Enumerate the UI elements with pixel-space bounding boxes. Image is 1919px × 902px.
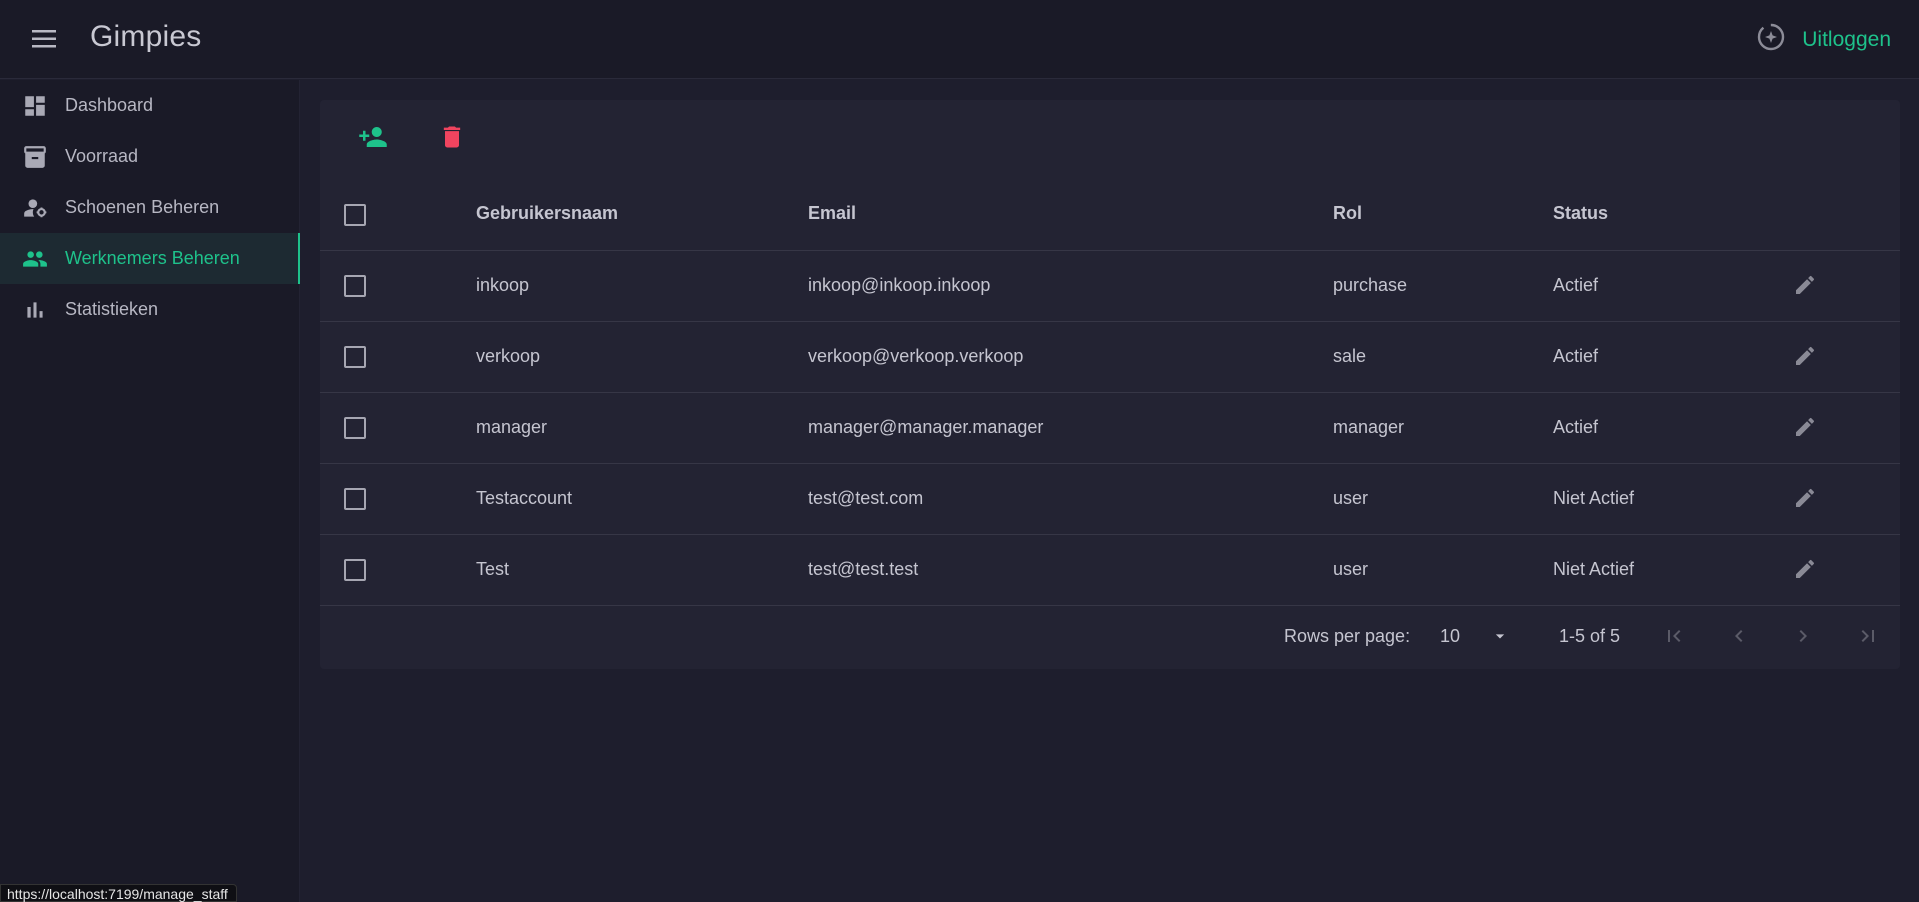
browser-status-url: https://localhost:7199/manage_staff <box>0 884 237 902</box>
logout-icon <box>1756 22 1786 57</box>
last-page-button[interactable] <box>1851 621 1885 655</box>
cell-role: manager <box>1333 417 1405 437</box>
sidebar-item-label: Werknemers Beheren <box>65 248 240 268</box>
row-checkbox[interactable] <box>344 559 366 581</box>
cell-email: inkoop@inkoop.inkoop <box>808 275 991 295</box>
sidebar-item-label: Schoenen Beheren <box>65 197 220 217</box>
pencil-icon <box>1793 486 1817 515</box>
manage-accounts-icon <box>22 195 48 221</box>
cell-role: user <box>1333 559 1369 579</box>
cell-username: manager <box>476 417 548 437</box>
pencil-icon <box>1793 415 1817 444</box>
app-title: Gimpies <box>90 20 202 53</box>
edit-button[interactable] <box>1790 485 1820 515</box>
select-all-checkbox[interactable] <box>344 204 366 226</box>
cell-email: manager@manager.manager <box>808 417 1044 437</box>
dashboard-icon <box>22 93 48 119</box>
archive-icon <box>22 144 48 170</box>
edit-button[interactable] <box>1790 414 1820 444</box>
pagination: Rows per page: 10 1-5 of 5 <box>320 605 1900 669</box>
cell-status: Actief <box>1553 275 1599 295</box>
previous-page-button[interactable] <box>1722 621 1756 655</box>
bar-chart-icon <box>22 297 48 323</box>
cell-username: Testaccount <box>476 488 573 508</box>
column-header-username[interactable]: Gebruikersnaam <box>476 203 618 224</box>
table-row[interactable]: verkoop verkoop@verkoop.verkoop sale Act… <box>320 322 1900 393</box>
chevron-left-icon <box>1727 624 1751 653</box>
sidebar-item-werknemers-beheren[interactable]: Werknemers Beheren <box>0 233 300 284</box>
row-checkbox[interactable] <box>344 275 366 297</box>
edit-button[interactable] <box>1790 272 1820 302</box>
pencil-icon <box>1793 273 1817 302</box>
cell-status: Niet Actief <box>1553 559 1635 579</box>
column-header-status[interactable]: Status <box>1553 203 1608 224</box>
column-header-role[interactable]: Rol <box>1333 203 1362 224</box>
first-page-button[interactable] <box>1657 621 1691 655</box>
sidebar-item-label: Voorraad <box>65 146 139 166</box>
sidebar-item-label: Statistieken <box>65 299 159 319</box>
last-page-icon <box>1856 624 1880 653</box>
pencil-icon <box>1793 344 1817 373</box>
pencil-icon <box>1793 557 1817 586</box>
cell-status: Actief <box>1553 346 1599 366</box>
table-row[interactable]: Testaccount test@test.com user Niet Acti… <box>320 464 1900 535</box>
row-checkbox[interactable] <box>344 488 366 510</box>
edit-button[interactable] <box>1790 556 1820 586</box>
cell-email: test@test.test <box>808 559 919 579</box>
row-checkbox[interactable] <box>344 417 366 439</box>
table-row[interactable]: Test test@test.test user Niet Actief <box>320 535 1900 606</box>
cell-role: user <box>1333 488 1369 508</box>
table-row[interactable]: inkoop inkoop@inkoop.inkoop purchase Act… <box>320 251 1900 322</box>
sidebar-item-dashboard[interactable]: Dashboard <box>0 80 300 131</box>
cell-username: inkoop <box>476 275 530 295</box>
add-user-button[interactable] <box>353 119 393 159</box>
sidebar-item-voorraad[interactable]: Voorraad <box>0 131 300 182</box>
logout-button[interactable]: Uitloggen <box>1756 22 1891 57</box>
rows-per-page-label: Rows per page: <box>1284 626 1411 646</box>
cell-status: Niet Actief <box>1553 488 1635 508</box>
cell-status: Actief <box>1553 417 1599 437</box>
next-page-button[interactable] <box>1786 621 1820 655</box>
first-page-icon <box>1662 624 1686 653</box>
chevron-down-icon <box>1490 626 1510 651</box>
cell-email: test@test.com <box>808 488 924 508</box>
rows-per-page-select[interactable]: 10 <box>1440 619 1510 655</box>
cell-username: verkoop <box>476 346 541 366</box>
row-checkbox[interactable] <box>344 346 366 368</box>
chevron-right-icon <box>1791 624 1815 653</box>
person-add-icon <box>358 122 388 157</box>
logout-label: Uitloggen <box>1802 27 1891 51</box>
people-icon <box>22 246 48 272</box>
cell-username: Test <box>476 559 510 579</box>
sidebar-item-statistieken[interactable]: Statistieken <box>0 284 300 335</box>
page-range: 1-5 of 5 <box>1559 626 1621 646</box>
cell-role: purchase <box>1333 275 1408 295</box>
staff-table-panel: Gebruikersnaam Email Rol Status inkoop i… <box>320 100 1900 669</box>
sidebar-item-schoenen-beheren[interactable]: Schoenen Beheren <box>0 182 300 233</box>
column-header-email[interactable]: Email <box>808 203 856 224</box>
table-row[interactable]: manager manager@manager.manager manager … <box>320 393 1900 464</box>
trash-icon <box>438 123 466 156</box>
edit-button[interactable] <box>1790 343 1820 373</box>
cell-role: sale <box>1333 346 1367 366</box>
sidebar-item-label: Dashboard <box>65 95 154 115</box>
rows-per-page-value: 10 <box>1440 626 1461 646</box>
sidebar: Dashboard Voorraad Schoenen Beheren Werk… <box>0 80 300 902</box>
delete-button[interactable] <box>432 119 472 159</box>
cell-email: verkoop@verkoop.verkoop <box>808 346 1024 366</box>
menu-icon[interactable] <box>26 24 62 54</box>
app-bar: Gimpies Uitloggen <box>0 0 1919 79</box>
